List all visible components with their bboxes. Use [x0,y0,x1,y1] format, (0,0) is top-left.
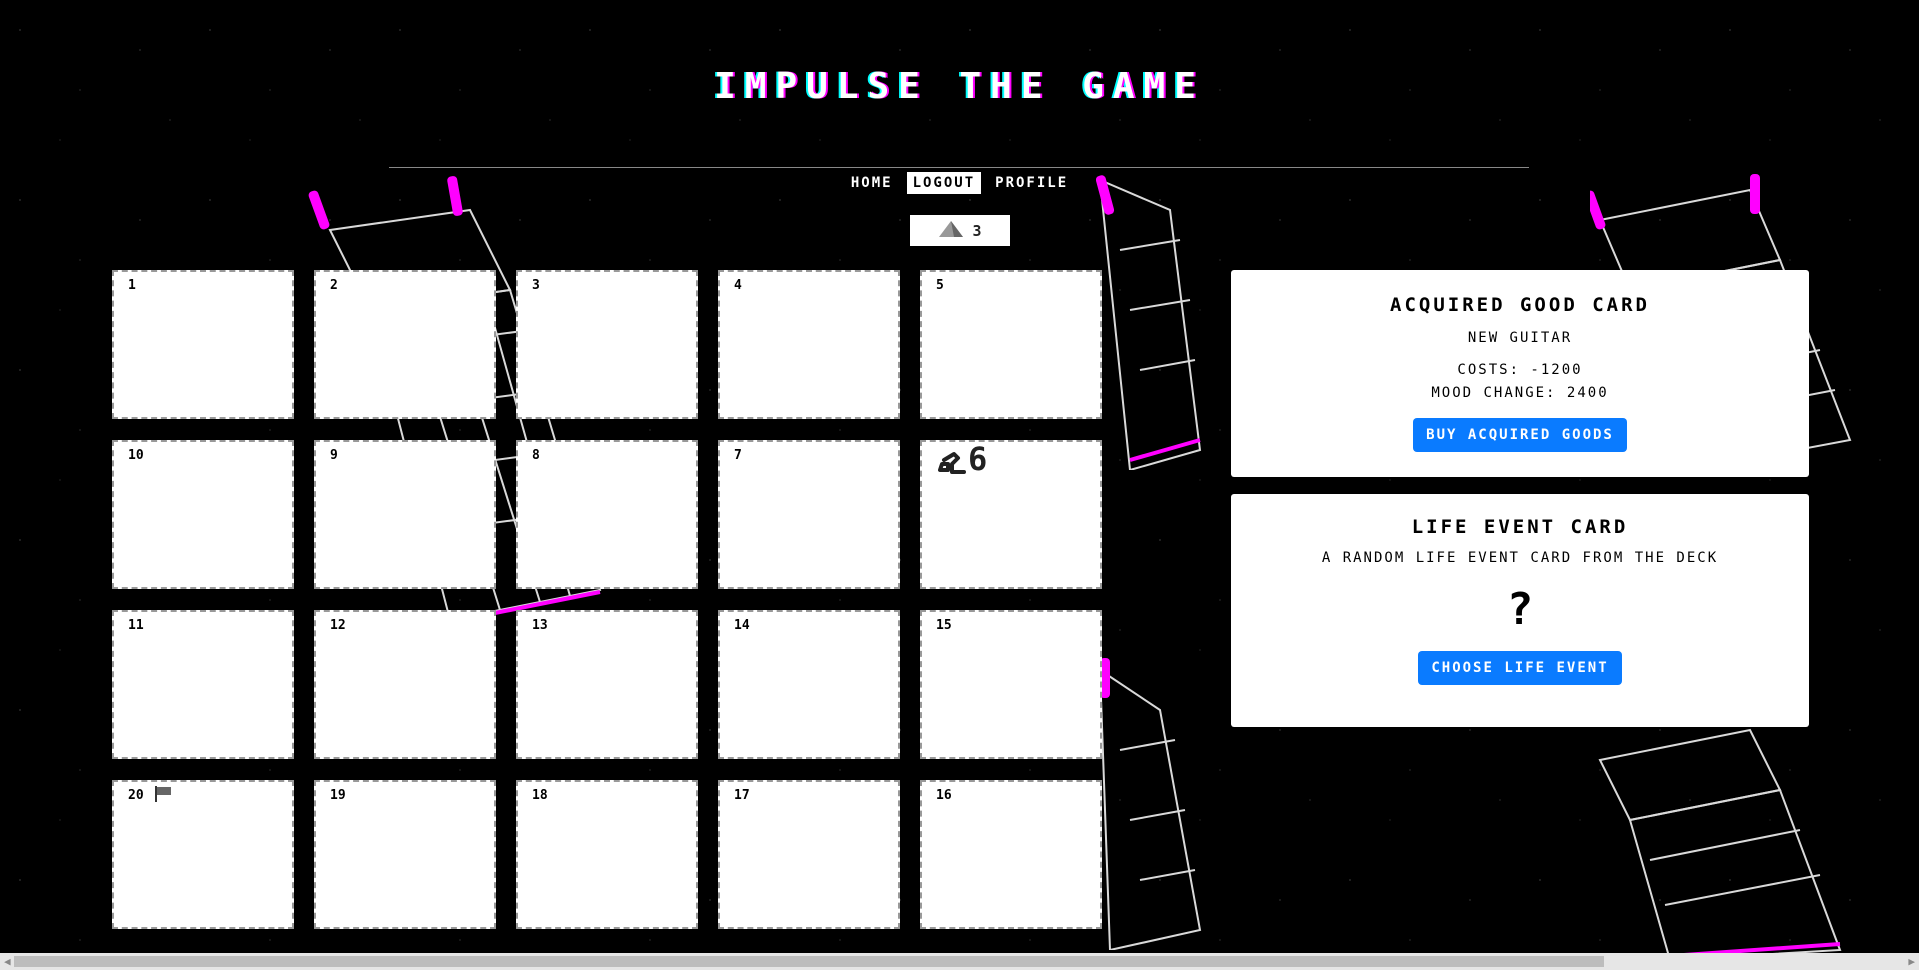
board-cell[interactable]: 4 [718,270,900,419]
cell-number: 20 [128,788,144,803]
board-cell[interactable]: 1 [112,270,294,419]
board-cell[interactable]: 15 [920,610,1102,759]
board-cell[interactable]: 9 [314,440,496,589]
cell-number: 15 [936,618,952,633]
cell-number: 10 [128,448,144,463]
nav-logout[interactable]: LOGOUT [906,172,982,194]
acquired-card-title: ACQUIRED GOOD CARD [1390,294,1650,316]
cell-number: 1 [128,278,136,293]
cell-number: 12 [330,618,346,633]
buy-acquired-goods-button[interactable]: BUY ACQUIRED GOODS [1413,418,1627,452]
player-token-label: 6 [968,440,988,478]
nav-profile[interactable]: PROFILE [989,172,1074,194]
scroll-left-icon[interactable]: ◀ [4,955,11,968]
nav-home[interactable]: HOME [845,172,899,194]
mystery-card-icon: ? [1506,584,1534,635]
header-divider [389,167,1529,168]
cell-number: 3 [532,278,540,293]
acquired-item-mood: MOOD CHANGE: 2400 [1431,385,1609,401]
cell-number: 11 [128,618,144,633]
cell-number: 16 [936,788,952,803]
shopping-cart-decoration [1580,720,1900,960]
dice-roll-button[interactable]: 3 [910,215,1010,246]
board-cell[interactable]: 17 [718,780,900,929]
board-cell[interactable]: 16 [920,780,1102,929]
board-cell[interactable]: 66 [920,440,1102,589]
main-nav: HOME LOGOUT PROFILE [0,172,1919,194]
board-cell[interactable]: 11 [112,610,294,759]
board-cell[interactable]: 2 [314,270,496,419]
cell-number: 9 [330,448,338,463]
scroll-right-icon[interactable]: ▶ [1908,955,1915,968]
board-cell[interactable]: 5 [920,270,1102,419]
player-token-icon: 6 [938,440,987,478]
game-title: IMPULSE THE GAME [714,66,1205,107]
cell-number: 19 [330,788,346,803]
acquired-good-card: ACQUIRED GOOD CARD NEW GUITAR COSTS: -12… [1231,270,1809,477]
cell-number: 13 [532,618,548,633]
cell-number: 18 [532,788,548,803]
choose-life-event-button[interactable]: CHOOSE LIFE EVENT [1418,651,1622,685]
pyramid-icon [938,220,964,242]
cell-number: 8 [532,448,540,463]
life-event-card-title: LIFE EVENT CARD [1411,516,1629,538]
life-event-card: LIFE EVENT CARD A RANDOM LIFE EVENT CARD… [1231,494,1809,727]
board-cell[interactable]: 7 [718,440,900,589]
board-cell[interactable]: 20 [112,780,294,929]
board-cell[interactable]: 8 [516,440,698,589]
life-event-description: A RANDOM LIFE EVENT CARD FROM THE DECK [1321,550,1719,566]
board-cell[interactable]: 14 [718,610,900,759]
acquired-item-cost: COSTS: -1200 [1457,362,1583,378]
horizontal-scrollbar[interactable]: ◀ ▶ [0,953,1919,970]
cell-number: 14 [734,618,750,633]
board-cell[interactable]: 3 [516,270,698,419]
cell-number: 5 [936,278,944,293]
board-cell[interactable]: 12 [314,610,496,759]
scrollbar-thumb[interactable] [14,956,1604,967]
board-cell[interactable]: 18 [516,780,698,929]
cell-number: 4 [734,278,742,293]
finish-flag-icon [154,786,172,806]
board-cell[interactable]: 13 [516,610,698,759]
cell-number: 7 [734,448,742,463]
acquired-item-name: NEW GUITAR [1467,330,1573,346]
board-cell[interactable]: 19 [314,780,496,929]
board-cell[interactable]: 10 [112,440,294,589]
cell-number: 2 [330,278,338,293]
cell-number: 17 [734,788,750,803]
dice-value: 3 [972,221,982,240]
